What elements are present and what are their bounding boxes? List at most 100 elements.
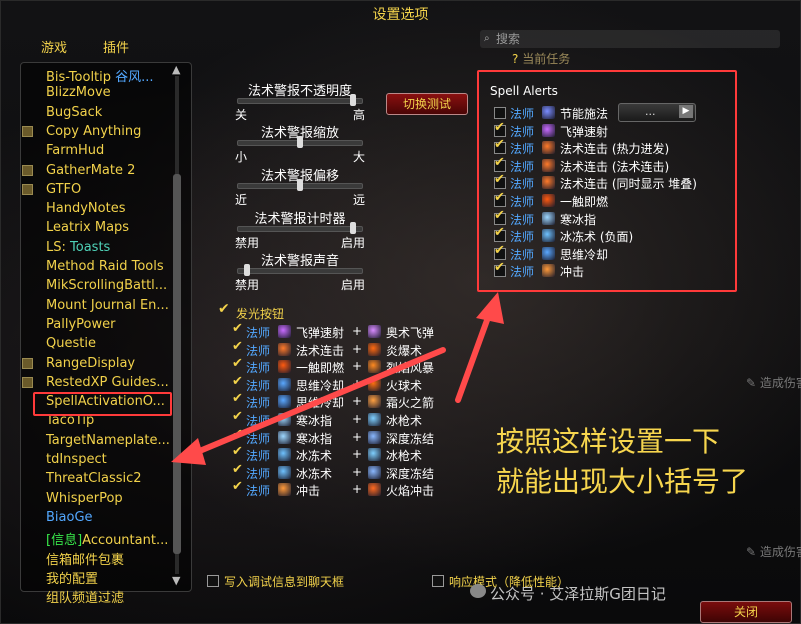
- current-quest-label: ? 当前任务: [512, 50, 570, 67]
- slider-track[interactable]: [237, 264, 363, 276]
- slider-thumb[interactable]: [297, 136, 303, 148]
- spell-name: 法术连击 (热力进发): [560, 142, 670, 157]
- class-label: 法师: [510, 177, 535, 192]
- slider-track[interactable]: [237, 222, 363, 234]
- tab-game[interactable]: 游戏: [41, 37, 67, 56]
- spell-alert-dropdown[interactable]: ... ▶: [618, 103, 696, 122]
- addon-name: 信箱邮件包裹: [46, 552, 125, 568]
- addon-name: PallyPower: [46, 316, 116, 332]
- addon-item[interactable]: FarmHud: [46, 143, 104, 158]
- spell-alert-checkbox[interactable]: [494, 107, 506, 119]
- addon-item[interactable]: [信息]Accountant...: [46, 529, 168, 548]
- spell-alert-row[interactable]: ✔ 法师 飞弹速射: [494, 120, 694, 139]
- class-label: 法师: [246, 484, 271, 499]
- combat-text-1-label: 造成伤害: [759, 376, 801, 390]
- spell-alert-row[interactable]: ✔ 法师 法术连击 (法术连击): [494, 155, 694, 174]
- spell-name: 法术连击 (同时显示 堆叠): [560, 177, 697, 192]
- addon-item[interactable]: PallyPower: [46, 317, 115, 332]
- checkmark-icon: ✔: [494, 225, 505, 241]
- addon-name: RangeDisplay: [46, 355, 136, 371]
- glow-button-row[interactable]: ✔ 法师 冲击 + 火焰冲击: [232, 479, 447, 499]
- spell-alert-row[interactable]: ✔ 法师 法术连击 (同时显示 堆叠): [494, 172, 697, 192]
- addon-item[interactable]: RestedXP Guides...: [22, 375, 169, 390]
- slider-min-label: 小: [235, 150, 248, 164]
- search-placeholder: 搜索: [496, 32, 521, 46]
- addon-name: Mount Journal En...: [46, 297, 169, 313]
- addon-item[interactable]: Mount Journal En...: [46, 298, 169, 313]
- addon-item[interactable]: Leatrix Maps: [46, 220, 129, 235]
- spell-icon: [542, 211, 555, 225]
- addon-item[interactable]: GatherMate 2: [22, 163, 135, 178]
- addon-name: ThreatClassic2: [46, 471, 142, 487]
- addon-item[interactable]: ThreatClassic2: [46, 471, 142, 486]
- slider-track[interactable]: [237, 179, 363, 191]
- addon-name-extra: Toasts: [70, 239, 111, 255]
- addon-item[interactable]: RangeDisplay: [22, 355, 136, 371]
- addon-name: BugSack: [46, 104, 103, 120]
- class-label: 法师: [510, 212, 535, 227]
- responsive-mode-checkbox[interactable]: [432, 575, 444, 587]
- tab-addons[interactable]: 插件: [103, 37, 129, 56]
- spell-alert-row[interactable]: ✔ 法师 一触即燃: [494, 190, 694, 209]
- class-label: 法师: [510, 195, 535, 209]
- debug-chat-label: 写入调试信息到聊天框: [224, 575, 345, 589]
- addon-item[interactable]: Bis-Tooltip 谷风...: [46, 66, 154, 85]
- addon-item[interactable]: Method Raid Tools: [46, 259, 164, 274]
- trigger-spell-name: 冲击: [296, 484, 321, 499]
- addon-item[interactable]: 信箱邮件包裹: [46, 549, 124, 568]
- spell-alert-row[interactable]: ✔ 法师 冰冻术 (负面): [494, 225, 694, 244]
- slider-track[interactable]: [237, 94, 363, 106]
- slider-thumb[interactable]: [243, 264, 250, 276]
- checkmark-icon: ✔: [494, 137, 505, 153]
- slider-thumb[interactable]: [350, 222, 357, 234]
- addon-item[interactable]: Questie: [46, 336, 96, 351]
- scroll-down-icon[interactable]: ▼: [172, 574, 180, 587]
- spell-name: 冲击: [560, 265, 585, 280]
- spell-alert-row[interactable]: ✔ 法师 冲击: [494, 260, 694, 280]
- addon-item[interactable]: tdInspect: [46, 452, 107, 467]
- spell-alert-row[interactable]: ✔ 法师 法术连击 (热力进发): [494, 137, 694, 157]
- spell-alert-row[interactable]: ✔ 法师 寒冰指: [494, 207, 694, 227]
- addon-item[interactable]: 我的配置: [46, 568, 98, 587]
- addon-item[interactable]: MikScrollingBattl...: [46, 278, 167, 293]
- slider-label: 法术警报计时器: [254, 212, 346, 227]
- addon-item[interactable]: BugSack: [46, 105, 102, 120]
- spell-icon: [542, 176, 555, 190]
- spell-name: 法术连击 (法术连击): [560, 159, 670, 174]
- close-button[interactable]: 关闭: [700, 601, 792, 623]
- addon-item[interactable]: TargetNameplate...: [46, 433, 170, 448]
- annotation-arrows: [171, 292, 504, 465]
- arrow-to-addon-icon: [171, 347, 446, 465]
- addon-item[interactable]: Copy Anything: [22, 124, 141, 139]
- addon-item[interactable]: 组队频道过滤: [46, 587, 124, 606]
- addon-item[interactable]: HandyNotes: [46, 201, 125, 216]
- spell-icon: [542, 141, 555, 155]
- lock-icon: [22, 164, 33, 176]
- spell-icon: [542, 246, 555, 260]
- slider-track[interactable]: [237, 136, 363, 148]
- wechat-icon: [470, 584, 486, 598]
- addon-item[interactable]: BlizzMove: [46, 85, 111, 100]
- addon-item[interactable]: BiaoGe: [46, 510, 93, 525]
- search-input[interactable]: ⌕ 搜索: [480, 30, 780, 48]
- window-title: 设置选项: [372, 7, 429, 23]
- debug-chat-checkbox[interactable]: [207, 575, 219, 587]
- class-label: 法师: [510, 265, 535, 280]
- slider-thumb[interactable]: [297, 179, 303, 191]
- spell-name: 思维冷却: [560, 247, 609, 262]
- slider-thumb[interactable]: [350, 94, 357, 106]
- addon-item[interactable]: LS: Toasts: [46, 240, 110, 255]
- chevron-right-icon[interactable]: ▶: [679, 105, 693, 118]
- class-label: 法师: [510, 159, 535, 174]
- quest-icon: ?: [512, 52, 519, 66]
- glow-spell-name: 火焰冲击: [386, 484, 435, 499]
- scroll-up-icon[interactable]: ▲: [172, 63, 180, 76]
- addon-item[interactable]: WhisperPop: [46, 491, 123, 506]
- spell-alert-row[interactable]: ✔ 法师 思维冷却: [494, 242, 694, 262]
- toggle-test-button[interactable]: 切换测试: [386, 93, 468, 115]
- checkmark-icon: ✔: [494, 207, 505, 223]
- checkmark-icon: ✔: [494, 242, 505, 258]
- addon-item[interactable]: GTFO: [22, 182, 81, 197]
- checkmark-icon[interactable]: ✔: [232, 479, 243, 494]
- lock-icon: [22, 125, 33, 137]
